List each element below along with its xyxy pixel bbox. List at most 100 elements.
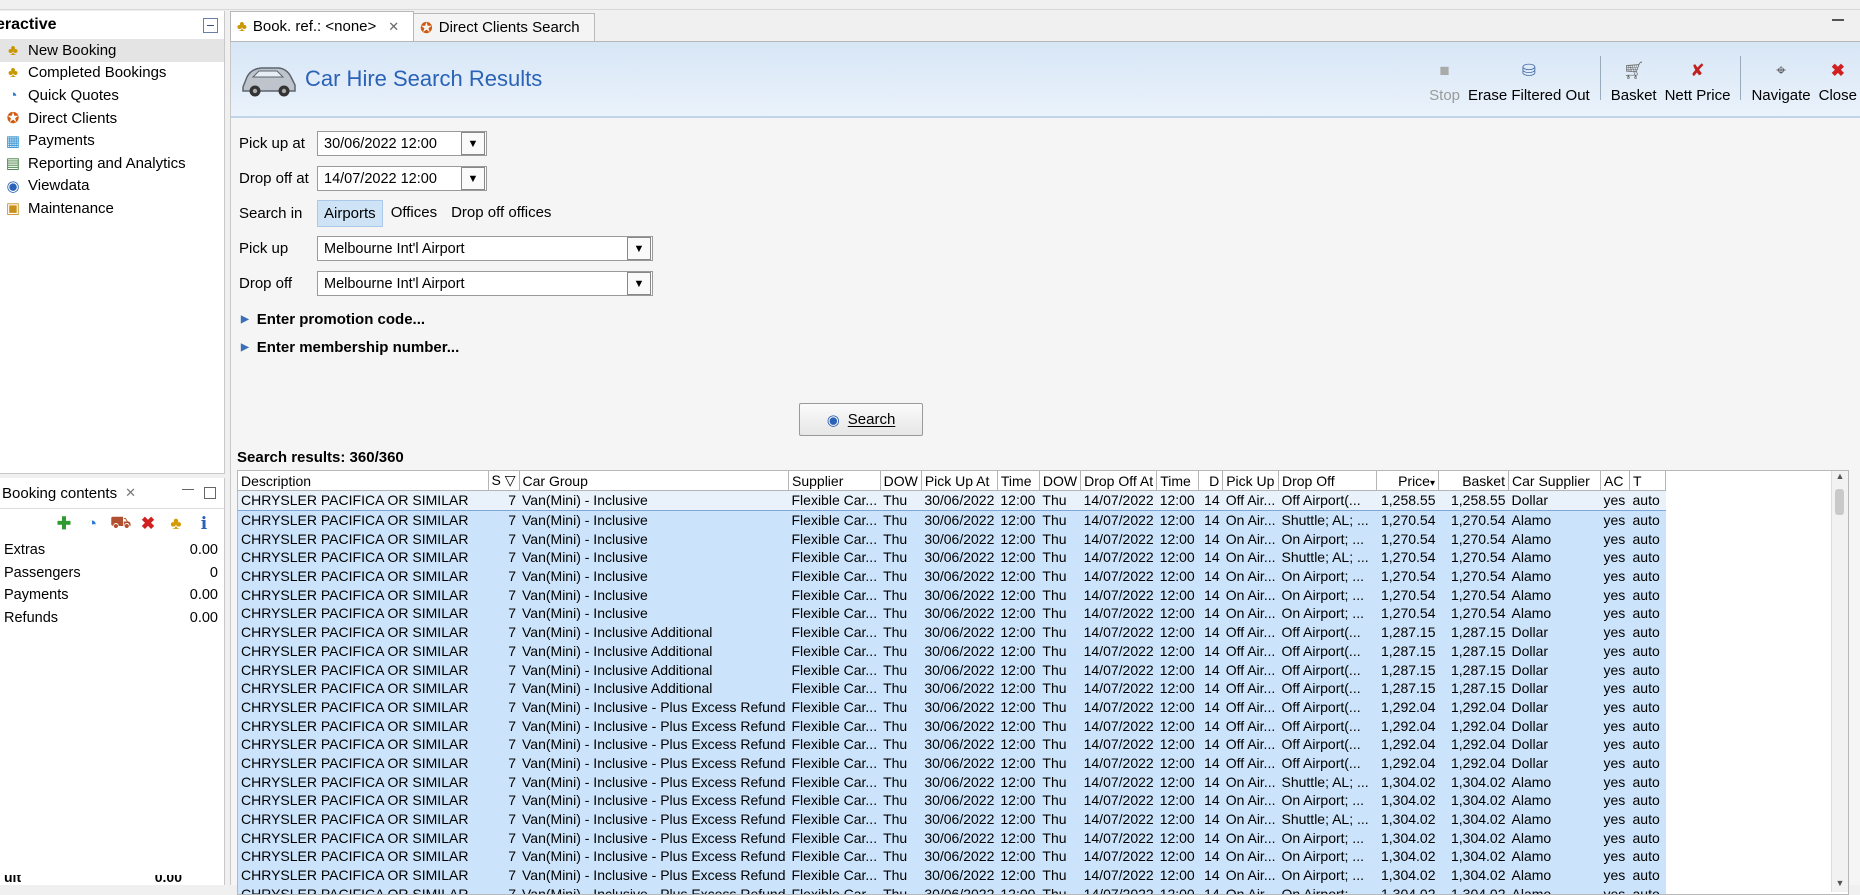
column-header[interactable]: Car Supplier <box>1508 471 1601 491</box>
column-header[interactable]: S ▽ <box>488 471 520 491</box>
search-in-airports[interactable]: Airports <box>317 200 383 227</box>
table-row[interactable]: CHRYSLER PACIFICA OR SIMILAR 7 Van(Mini) -… <box>238 622 1666 642</box>
column-header[interactable]: DOW <box>880 471 922 491</box>
membership-number-expander[interactable]: ▶ Enter membership number... <box>239 333 653 361</box>
nav-item-completed-bookings[interactable]: ♣ Completed Bookings <box>0 62 224 85</box>
dropoff-location-select[interactable]: Melbourne Int'l Airport ▼ <box>317 271 653 296</box>
nav-item-quick-quotes[interactable]: ◔ Quick Quotes <box>0 84 224 107</box>
nav-item-reporting-and-analytics[interactable]: ▤ Reporting and Analytics <box>0 152 224 175</box>
column-header[interactable]: AC <box>1600 471 1630 491</box>
table-row[interactable]: CHRYSLER PACIFICA OR SIMILAR 7 Van(Mini) -… <box>238 809 1666 829</box>
table-row[interactable]: CHRYSLER PACIFICA OR SIMILAR 7 Van(Mini) -… <box>238 716 1666 735</box>
nav-item-direct-clients[interactable]: ✪ Direct Clients <box>0 107 224 130</box>
basket-add-icon[interactable]: ⛟ <box>110 513 131 535</box>
booking-summary-label: Refunds <box>4 609 59 626</box>
table-cell: Thu <box>880 828 922 848</box>
table-row[interactable]: CHRYSLER PACIFICA OR SIMILAR 7 Van(Mini) -… <box>238 678 1666 698</box>
search-button[interactable]: ◉ Search <box>799 403 923 436</box>
scroll-down-icon[interactable]: ▼ <box>1832 878 1848 892</box>
column-header[interactable]: D <box>1198 471 1224 491</box>
chevron-down-icon[interactable]: ▼ <box>627 237 651 260</box>
table-row[interactable]: CHRYSLER PACIFICA OR SIMILAR 7 Van(Mini) -… <box>238 753 1666 773</box>
close-icon[interactable]: ✕ <box>388 19 399 35</box>
tab-direct-clients-search[interactable]: ✪ Direct Clients Search <box>413 13 595 41</box>
table-row[interactable]: CHRYSLER PACIFICA OR SIMILAR 7 Van(Mini) -… <box>238 865 1666 885</box>
maximize-icon[interactable] <box>204 487 216 499</box>
column-header[interactable]: Price▾ <box>1376 471 1439 491</box>
column-header[interactable]: Supplier <box>788 471 881 491</box>
chevron-down-icon[interactable]: ▼ <box>461 132 485 155</box>
delete-icon[interactable]: ✖ <box>138 514 158 534</box>
search-in-dropoff-offices[interactable]: Drop off offices <box>445 200 557 227</box>
nav-item-payments[interactable]: ▦ Payments <box>0 129 224 152</box>
promotion-code-expander[interactable]: ▶ Enter promotion code... <box>239 305 653 333</box>
table-row[interactable]: CHRYSLER PACIFICA OR SIMILAR 7 Van(Mini) -… <box>238 791 1666 810</box>
table-row[interactable]: CHRYSLER PACIFICA OR SIMILAR 7 Van(Mini) -… <box>238 490 1666 511</box>
column-header[interactable]: T <box>1629 471 1666 491</box>
info-icon[interactable]: i <box>194 514 214 534</box>
navigate-button[interactable]: ⌖ Navigate <box>1747 50 1814 104</box>
table-row[interactable]: CHRYSLER PACIFICA OR SIMILAR 7 Van(Mini) -… <box>238 772 1666 791</box>
column-header[interactable]: Time <box>1156 471 1200 491</box>
table-row[interactable]: CHRYSLER PACIFICA OR SIMILAR 7 Van(Mini) -… <box>238 566 1666 586</box>
chevron-down-icon[interactable]: ▼ <box>627 272 651 295</box>
pickup-location-value: Melbourne Int'l Airport <box>324 240 465 257</box>
table-row[interactable]: CHRYSLER PACIFICA OR SIMILAR 7 Van(Mini) -… <box>238 548 1666 567</box>
table-cell: Thu <box>1039 884 1081 894</box>
table-cell: Thu <box>1039 529 1081 549</box>
minimize-icon[interactable] <box>1832 19 1844 21</box>
column-header[interactable]: Time <box>997 471 1040 491</box>
booking-contents-tab[interactable]: Booking contents ✕ <box>0 485 142 502</box>
minimize-icon[interactable] <box>182 488 194 490</box>
table-row[interactable]: CHRYSLER PACIFICA OR SIMILAR 7 Van(Mini) -… <box>238 884 1666 894</box>
tab-booking-ref[interactable]: ♣ Book. ref.: <none> ✕ <box>230 11 415 41</box>
nav-item-new-booking[interactable]: ♣ New Booking <box>0 39 224 62</box>
table-row[interactable]: CHRYSLER PACIFICA OR SIMILAR 7 Van(Mini) -… <box>238 660 1666 679</box>
column-header[interactable]: Car Group <box>519 471 789 491</box>
table-cell: Off Airport(... <box>1278 641 1377 661</box>
column-header[interactable]: Basket <box>1438 471 1509 491</box>
collapse-all-icon[interactable] <box>203 17 218 33</box>
erase-filtered-out-button[interactable]: ⛁ Erase Filtered Out <box>1464 50 1594 104</box>
table-row[interactable]: CHRYSLER PACIFICA OR SIMILAR 7 Van(Mini) -… <box>238 604 1666 623</box>
table-cell: Thu <box>1039 734 1081 754</box>
column-header[interactable]: Drop Off <box>1278 471 1377 491</box>
dropoff-at-field[interactable]: 14/07/2022 12:00 ▼ <box>317 166 487 191</box>
table-row[interactable]: CHRYSLER PACIFICA OR SIMILAR 7 Van(Mini) -… <box>238 510 1666 530</box>
nav-item-viewdata[interactable]: ◉ Viewdata <box>0 175 224 198</box>
table-row[interactable]: CHRYSLER PACIFICA OR SIMILAR 7 Van(Mini) -… <box>238 585 1666 605</box>
table-row[interactable]: CHRYSLER PACIFICA OR SIMILAR 7 Van(Mini) -… <box>238 529 1666 549</box>
search-in-offices[interactable]: Offices <box>385 200 443 227</box>
results-scrollbar[interactable]: ▲ ▼ <box>1831 471 1848 892</box>
table-row[interactable]: CHRYSLER PACIFICA OR SIMILAR 7 Van(Mini) -… <box>238 828 1666 848</box>
table-row[interactable]: CHRYSLER PACIFICA OR SIMILAR 7 Van(Mini) -… <box>238 847 1666 866</box>
close-icon[interactable]: ✕ <box>125 485 136 501</box>
table-row[interactable]: CHRYSLER PACIFICA OR SIMILAR 7 Van(Mini) -… <box>238 697 1666 717</box>
column-header[interactable]: Drop Off At <box>1080 471 1158 491</box>
table-cell: 30/06/2022 <box>921 529 998 549</box>
table-cell: Thu <box>1039 660 1081 679</box>
pickup-location-select[interactable]: Melbourne Int'l Airport ▼ <box>317 236 653 261</box>
pickup-at-field[interactable]: 30/06/2022 12:00 ▼ <box>317 131 487 156</box>
column-header[interactable]: Pick Up <box>1222 471 1279 491</box>
chevron-down-icon[interactable]: ▼ <box>461 167 485 190</box>
close-button[interactable]: ✖ Close <box>1815 50 1860 104</box>
nav-item-maintenance[interactable]: ▣ Maintenance <box>0 197 224 220</box>
table-cell: 1,270.54 <box>1376 510 1439 530</box>
stop-button[interactable]: ■ Stop <box>1425 50 1464 104</box>
table-cell: Thu <box>880 772 922 791</box>
column-header[interactable]: Pick Up At <box>921 471 998 491</box>
filter-icon[interactable]: ▽ <box>501 472 516 488</box>
table-row[interactable]: CHRYSLER PACIFICA OR SIMILAR 7 Van(Mini) -… <box>238 641 1666 661</box>
clock-icon[interactable]: ◔ <box>82 514 102 534</box>
basket-button[interactable]: 🛒︎ Basket <box>1607 50 1661 104</box>
scroll-thumb[interactable] <box>1835 489 1844 515</box>
table-cell: Thu <box>1039 548 1081 567</box>
palm-tree-icon[interactable]: ♣ <box>166 514 186 534</box>
table-row[interactable]: CHRYSLER PACIFICA OR SIMILAR 7 Van(Mini) -… <box>238 734 1666 754</box>
scroll-up-icon[interactable]: ▲ <box>1832 471 1848 485</box>
nett-price-button[interactable]: ✘ Nett Price <box>1661 50 1735 104</box>
column-header[interactable]: DOW <box>1039 471 1082 491</box>
column-header[interactable]: Description <box>238 471 489 491</box>
add-icon[interactable]: ✚ <box>54 514 74 534</box>
